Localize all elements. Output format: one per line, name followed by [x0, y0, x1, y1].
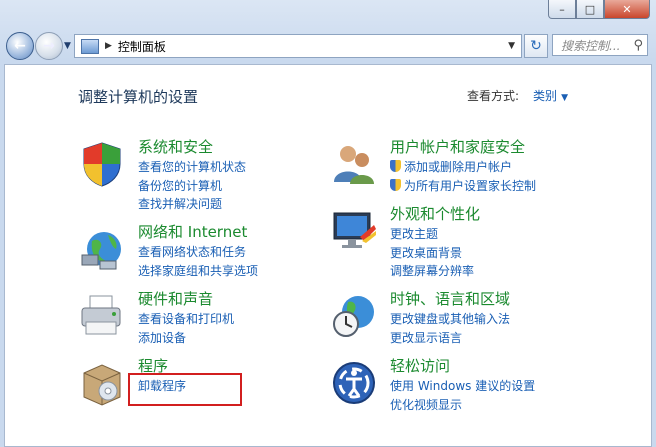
refresh-button[interactable]: ↻ [524, 34, 548, 58]
recent-pages-dropdown[interactable]: ▼ [64, 41, 71, 51]
close-button[interactable]: ✕ [604, 0, 650, 19]
address-dropdown-icon[interactable]: ▼ [508, 41, 515, 51]
highlight-box [128, 373, 242, 406]
view-by-dropdown[interactable]: 类别 [533, 89, 557, 103]
link[interactable]: 使用 Windows 建议的设置 [390, 377, 535, 396]
link[interactable]: 备份您的计算机 [138, 177, 246, 196]
search-icon[interactable]: ⚲ [633, 38, 643, 53]
category-heading[interactable]: 硬件和声音 [138, 288, 213, 309]
link[interactable]: 选择家庭组和共享选项 [138, 262, 258, 281]
link[interactable]: 添加设备 [138, 329, 234, 348]
link[interactable]: 更改显示语言 [390, 329, 510, 348]
search-placeholder: 搜索控制... [561, 38, 621, 53]
link[interactable]: 调整屏幕分辨率 [390, 262, 474, 281]
forward-arrow-icon: → [43, 38, 55, 54]
link[interactable]: 更改主题 [390, 225, 474, 244]
users-icon [334, 146, 374, 184]
forward-button[interactable]: → [35, 32, 63, 60]
link[interactable]: 查看设备和打印机 [138, 310, 234, 329]
address-bar[interactable]: ▶ 控制面板 ▼ [74, 34, 522, 58]
link[interactable]: 优化视频显示 [390, 396, 535, 415]
category-heading[interactable]: 网络和 Internet [138, 221, 247, 242]
uac-shield-icon [390, 178, 401, 191]
category-heading[interactable]: 时钟、语言和区域 [390, 288, 510, 309]
control-panel-icon [81, 38, 99, 54]
ease-of-access-icon [333, 362, 375, 404]
breadcrumb-arrow-icon[interactable]: ▶ [105, 41, 112, 51]
link[interactable]: 更改桌面背景 [390, 244, 474, 263]
link-label[interactable]: 添加或删除用户帐户 [404, 160, 512, 174]
uac-shield-icon [390, 160, 401, 172]
shield-flag-icon [83, 142, 121, 187]
link-label[interactable]: 为所有用户设置家长控制 [404, 179, 536, 193]
link[interactable]: 查看网络状态和任务 [138, 243, 258, 262]
category-heading[interactable]: 系统和安全 [138, 136, 213, 157]
content-pane: 调整计算机的设置 查看方式: 类别 ▼ 系统和安全 查看您的计算机状态 备份您的计算… [4, 64, 652, 447]
printer-icon [81, 295, 121, 335]
search-input[interactable]: 搜索控制... ⚲ [552, 34, 648, 56]
view-by-label: 查看方式: [467, 89, 520, 103]
view-by: 查看方式: 类别 ▼ [467, 87, 568, 104]
link[interactable]: 查看您的计算机状态 [138, 158, 246, 177]
caption-buttons: – □ ✕ [548, 0, 650, 19]
minimize-button[interactable]: – [548, 0, 576, 19]
view-by-chevron-icon[interactable]: ▼ [561, 93, 568, 103]
refresh-icon: ↻ [530, 38, 542, 54]
category-heading[interactable]: 轻松访问 [390, 355, 450, 376]
link[interactable]: 查找并解决问题 [138, 195, 246, 214]
monitor-palette-icon [333, 212, 376, 248]
navigation-bar: ← → ▼ ▶ 控制面板 ▼ ↻ 搜索控制... ⚲ [6, 32, 650, 60]
link[interactable]: 为所有用户设置家长控制 [390, 177, 536, 196]
globe-network-icon [81, 232, 121, 270]
globe-clock-icon [333, 296, 374, 337]
control-panel-window: – □ ✕ ← → ▼ ▶ 控制面板 ▼ ↻ 搜索控制... ⚲ 调整计算机的设… [0, 0, 656, 447]
link[interactable]: 更改键盘或其他输入法 [390, 310, 510, 329]
maximize-button[interactable]: □ [576, 0, 604, 19]
category-heading[interactable]: 用户帐户和家庭安全 [390, 136, 525, 157]
category-heading[interactable]: 外观和个性化 [390, 203, 480, 224]
programs-box-icon [83, 364, 121, 406]
page-title: 调整计算机的设置 [78, 88, 199, 106]
link[interactable]: 添加或删除用户帐户 [390, 158, 536, 177]
back-arrow-icon: ← [14, 38, 26, 54]
breadcrumb-control-panel[interactable]: 控制面板 [118, 38, 166, 55]
back-button[interactable]: ← [6, 32, 34, 60]
